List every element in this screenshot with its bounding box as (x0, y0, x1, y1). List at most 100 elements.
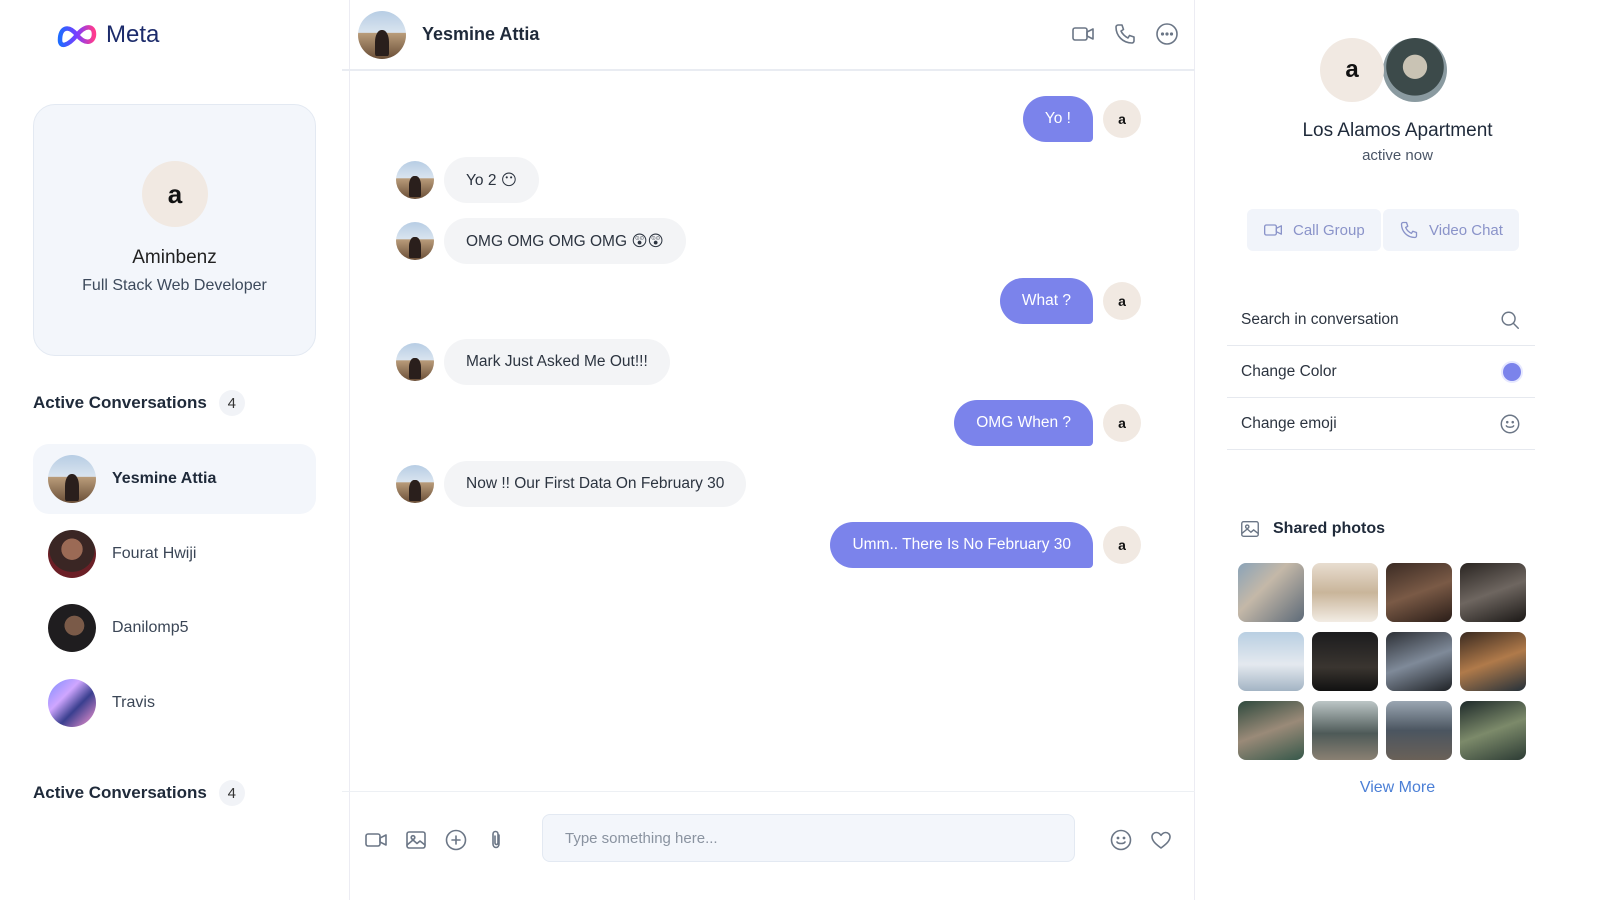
phone-icon (1400, 221, 1418, 239)
shared-photo[interactable] (1238, 701, 1304, 760)
group-avatar-self: a (1320, 38, 1384, 102)
shared-photos-title: Shared photos (1273, 520, 1386, 537)
shared-photo[interactable] (1460, 563, 1526, 622)
shared-photo[interactable] (1386, 701, 1452, 760)
message-bubble[interactable]: Umm.. There Is No February 30 (830, 522, 1093, 568)
message-incoming: Mark Just Asked Me Out!!! (396, 339, 670, 385)
contact-avatar (396, 161, 434, 199)
chat-header-actions (1069, 20, 1181, 48)
conversation-item-yesmine-attia[interactable]: Yesmine Attia (33, 444, 316, 514)
count-badge: 4 (218, 390, 245, 416)
avatar (48, 679, 96, 727)
conversation-item-danilomp5[interactable]: Danilomp5 (33, 593, 316, 663)
self-avatar: a (1103, 404, 1141, 442)
profile-card: a Aminbenz Full Stack Web Developer (33, 104, 316, 356)
meta-logo[interactable]: Meta (56, 20, 159, 50)
profile-avatar[interactable]: a (142, 161, 208, 227)
send-video-button[interactable] (362, 826, 390, 854)
profile-role: Full Stack Web Developer (82, 277, 267, 294)
composer-actions (1107, 826, 1175, 854)
contact-avatar[interactable] (358, 10, 406, 59)
image-icon (406, 831, 426, 849)
group-status: active now (1362, 147, 1433, 164)
shared-photo[interactable] (1312, 632, 1378, 691)
chat-panel: Yesmine Attia Yo ! a Yo 2 😶 OMG OMG OMG … (342, 0, 1195, 900)
conversation-name: Danilomp5 (112, 619, 189, 636)
avatar (48, 455, 96, 503)
conversation-item-fourat-hwiji[interactable]: Fourat Hwiji (33, 519, 316, 589)
shared-photo[interactable] (1386, 632, 1452, 691)
add-button[interactable] (442, 826, 470, 854)
count-badge: 4 (218, 780, 245, 806)
video-call-button[interactable] (1069, 20, 1097, 48)
message-incoming: Yo 2 😶 (396, 157, 539, 203)
avatar (48, 530, 96, 578)
call-group-button[interactable]: Call Group (1247, 209, 1381, 251)
shared-photo[interactable] (1460, 632, 1526, 691)
conversation-name: Yesmine Attia (112, 470, 217, 487)
chat-header: Yesmine Attia (342, 0, 1195, 71)
contact-avatar (396, 222, 434, 260)
emoji-button[interactable] (1107, 826, 1135, 854)
message-bubble[interactable]: What ? (999, 278, 1093, 324)
shared-photo[interactable] (1238, 632, 1304, 691)
section-title: Active Conversations (33, 393, 207, 412)
message-incoming: OMG OMG OMG OMG 😲😲 (396, 218, 686, 264)
view-more-link[interactable]: View More (1195, 779, 1600, 797)
message-bubble[interactable]: Mark Just Asked Me Out!!! (444, 339, 670, 385)
shared-photo[interactable] (1312, 563, 1378, 622)
message-bubble[interactable]: Now !! Our First Data On February 30 (444, 461, 747, 507)
message-bubble[interactable]: Yo ! (1022, 96, 1093, 142)
group-name: Los Alamos Apartment (1302, 120, 1493, 141)
smile-icon (1500, 414, 1520, 433)
video-chat-button[interactable]: Video Chat (1383, 209, 1519, 251)
search-icon (1501, 310, 1519, 329)
message-outgoing: What ? a (999, 278, 1141, 324)
shared-photo[interactable] (1460, 701, 1526, 760)
message-outgoing: Yo ! a (1022, 96, 1141, 142)
send-image-button[interactable] (402, 826, 430, 854)
search-in-conversation[interactable]: Search in conversation (1227, 294, 1535, 346)
section-title: Active Conversations (33, 783, 207, 802)
shared-photo[interactable] (1386, 563, 1452, 622)
message-input-box (542, 814, 1075, 862)
paperclip-icon (492, 830, 500, 849)
smile-icon (1110, 829, 1132, 851)
more-options-button[interactable] (1153, 20, 1181, 48)
avatar (48, 604, 96, 652)
shared-photo[interactable] (1238, 563, 1304, 622)
voice-call-button[interactable] (1111, 20, 1139, 48)
contact-name[interactable]: Yesmine Attia (422, 24, 539, 45)
contact-avatar (396, 465, 434, 503)
shared-photos-header: Shared photos (1239, 518, 1385, 540)
plus-circle-icon (445, 829, 467, 851)
like-button[interactable] (1147, 826, 1175, 854)
message-composer (342, 791, 1195, 900)
message-bubble[interactable]: Yo 2 😶 (444, 157, 539, 203)
option-label: Change emoji (1241, 414, 1337, 432)
message-outgoing: Umm.. There Is No February 30 a (830, 522, 1141, 568)
active-conversations-header: Active Conversations 4 (33, 390, 245, 416)
conversation-name: Travis (112, 694, 155, 711)
message-input[interactable] (565, 829, 1052, 847)
attach-file-button[interactable] (482, 826, 510, 854)
profile-name: Aminbenz (132, 247, 217, 268)
messenger-app: Meta a Aminbenz Full Stack Web Developer… (0, 0, 1600, 900)
self-avatar: a (1103, 282, 1141, 320)
self-avatar: a (1103, 100, 1141, 138)
shared-photo[interactable] (1312, 701, 1378, 760)
message-bubble[interactable]: OMG OMG OMG OMG 😲😲 (444, 218, 686, 264)
image-icon (1241, 520, 1259, 538)
active-conversations-header-secondary: Active Conversations 4 (33, 780, 245, 806)
change-color-option[interactable]: Change Color (1227, 346, 1535, 398)
video-camera-icon (1072, 27, 1094, 41)
message-bubble[interactable]: OMG When ? (954, 400, 1093, 446)
accent-color-swatch (1503, 362, 1521, 381)
heart-icon (1151, 831, 1171, 849)
conversation-item-travis[interactable]: Travis (33, 668, 316, 738)
more-horizontal-icon (1156, 23, 1178, 45)
meta-infinity-icon (57, 25, 97, 48)
conversation-name: Fourat Hwiji (112, 545, 197, 562)
shared-photos-grid (1238, 563, 1526, 760)
change-emoji-option[interactable]: Change emoji (1227, 398, 1535, 450)
